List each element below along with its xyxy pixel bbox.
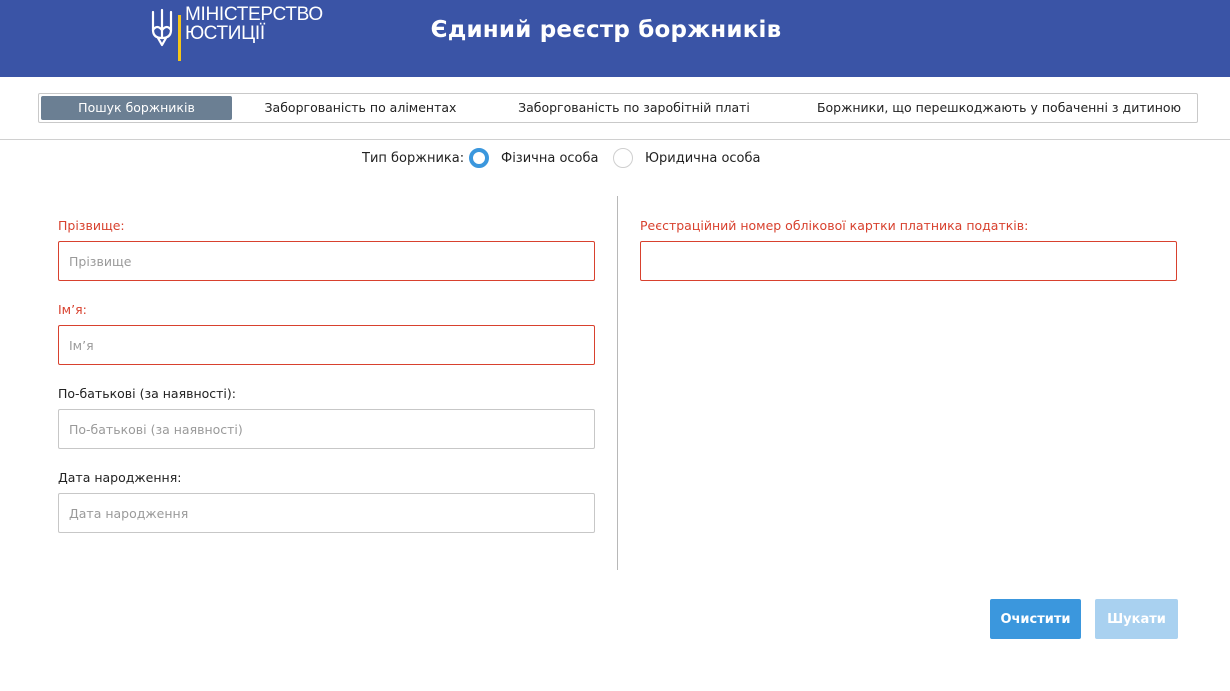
- search-button[interactable]: Шукати: [1095, 599, 1178, 639]
- clear-button[interactable]: Очистити: [990, 599, 1081, 639]
- radio-individual[interactable]: [469, 148, 489, 168]
- column-divider: [617, 196, 618, 570]
- surname-input[interactable]: [58, 241, 595, 281]
- first-name-input[interactable]: [58, 325, 595, 365]
- radio-legal-entity-label[interactable]: Юридична особа: [645, 151, 761, 166]
- birth-date-input[interactable]: [58, 493, 595, 533]
- page-title: Єдиний реєстр боржників: [430, 17, 782, 43]
- tab-visitation-obstruction[interactable]: Боржники, що перешкоджають у побаченні з…: [809, 96, 1189, 120]
- birth-date-label: Дата народження:: [58, 470, 182, 485]
- patronymic-label: По-батькові (за наявності):: [58, 386, 236, 401]
- tab-salary-debts[interactable]: Заборгованість по заробітній платі: [509, 96, 759, 120]
- tab-bar: Пошук боржників Заборгованість по алімен…: [38, 93, 1198, 123]
- patronymic-input[interactable]: [58, 409, 595, 449]
- site-header: МІНІСТЕРСТВО ЮСТИЦІЇ Єдиний реєстр боржн…: [0, 0, 1230, 77]
- radio-individual-label[interactable]: Фізична особа: [501, 151, 598, 166]
- surname-label: Прізвище:: [58, 218, 125, 233]
- tab-search-debtors[interactable]: Пошук боржників: [41, 96, 232, 120]
- tab-alimony-debts[interactable]: Заборгованість по аліментах: [252, 96, 469, 120]
- header-divider: [0, 139, 1230, 140]
- tax-id-input[interactable]: [640, 241, 1177, 281]
- debtor-type-label: Тип боржника:: [362, 151, 465, 166]
- first-name-label: Ім’я:: [58, 302, 87, 317]
- radio-legal-entity[interactable]: [613, 148, 633, 168]
- tax-id-label: Реєстраційний номер облікової картки пла…: [640, 218, 1029, 233]
